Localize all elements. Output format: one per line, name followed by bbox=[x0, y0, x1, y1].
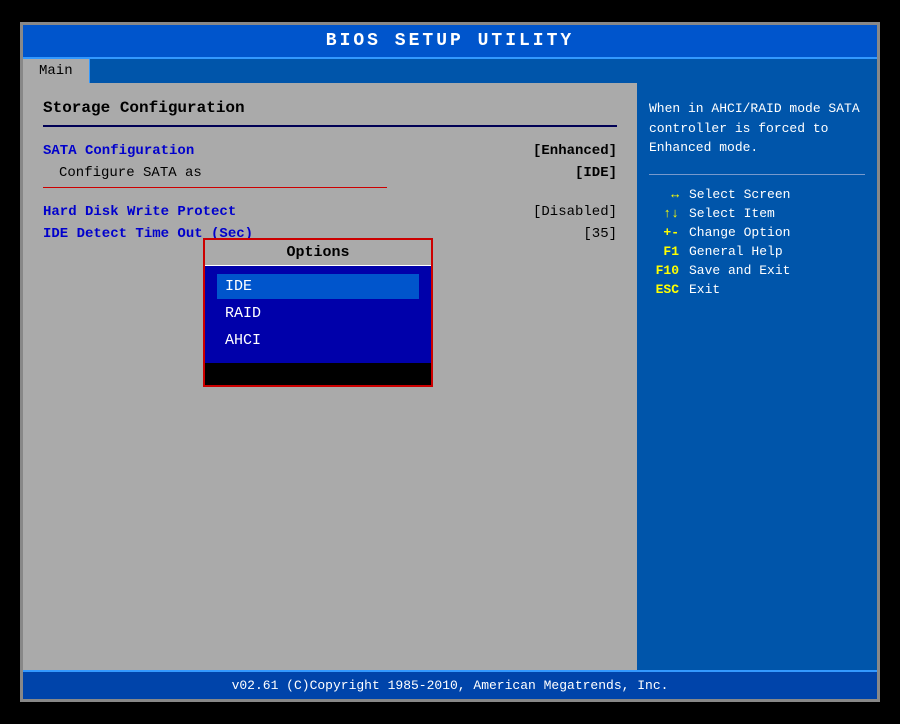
key-row-f1: F1 General Help bbox=[649, 244, 865, 259]
tab-main[interactable]: Main bbox=[23, 59, 90, 83]
left-panel: Storage Configuration SATA Configuration… bbox=[23, 83, 637, 670]
help-text: When in AHCI/RAID mode SATA controller i… bbox=[649, 99, 865, 158]
key-row-select-screen: ↔ Select Screen bbox=[649, 187, 865, 202]
title-text: BIOS SETUP UTILITY bbox=[326, 31, 574, 51]
sata-config-label: SATA Configuration bbox=[43, 143, 194, 159]
options-list: IDE RAID AHCI bbox=[205, 266, 431, 363]
option-ahci[interactable]: AHCI bbox=[217, 328, 419, 353]
divider-vertical bbox=[649, 174, 865, 175]
sata-config-row: SATA Configuration [Enhanced] bbox=[43, 143, 617, 159]
divider1 bbox=[43, 125, 617, 127]
option-raid[interactable]: RAID bbox=[217, 301, 419, 326]
options-title: Options bbox=[205, 240, 431, 266]
key-row-esc: ESC Exit bbox=[649, 282, 865, 297]
tab-row: Main bbox=[23, 59, 877, 83]
main-area: Storage Configuration SATA Configuration… bbox=[23, 83, 877, 670]
sata-config-value: [Enhanced] bbox=[533, 143, 617, 159]
options-footer bbox=[205, 363, 431, 385]
key-help: ↔ Select Screen ↑↓ Select Item +- Change… bbox=[649, 187, 865, 297]
option-ide[interactable]: IDE bbox=[217, 274, 419, 299]
key-row-f10: F10 Save and Exit bbox=[649, 263, 865, 278]
hd-write-protect-value: [Disabled] bbox=[533, 204, 617, 220]
footer: v02.61 (C)Copyright 1985-2010, American … bbox=[23, 670, 877, 699]
key-desc-exit: Exit bbox=[689, 282, 720, 297]
key-desc-change-option: Change Option bbox=[689, 225, 790, 240]
key-desc-save-exit: Save and Exit bbox=[689, 263, 790, 278]
footer-text: v02.61 (C)Copyright 1985-2010, American … bbox=[232, 678, 669, 693]
configure-sata-value: [IDE] bbox=[575, 165, 617, 181]
divider2 bbox=[43, 187, 387, 188]
configure-sata-label: Configure SATA as bbox=[43, 165, 202, 181]
key-sym-esc: ESC bbox=[649, 282, 679, 297]
key-desc-select-item: Select Item bbox=[689, 206, 775, 221]
key-sym-plusminus: +- bbox=[649, 225, 679, 240]
hd-write-protect-row: Hard Disk Write Protect [Disabled] bbox=[43, 204, 617, 220]
section-title: Storage Configuration bbox=[43, 99, 617, 117]
configure-sata-row: Configure SATA as [IDE] bbox=[43, 165, 617, 181]
key-desc-general-help: General Help bbox=[689, 244, 783, 259]
bios-screen: BIOS SETUP UTILITY Main Storage Configur… bbox=[20, 22, 880, 702]
key-desc-select-screen: Select Screen bbox=[689, 187, 790, 202]
key-sym-arrows: ↔ bbox=[649, 187, 679, 202]
key-sym-f10: F10 bbox=[649, 263, 679, 278]
title-bar: BIOS SETUP UTILITY bbox=[23, 25, 877, 59]
options-popup: Options IDE RAID AHCI bbox=[203, 238, 433, 387]
ide-detect-value: [35] bbox=[583, 226, 617, 242]
key-sym-updown: ↑↓ bbox=[649, 206, 679, 221]
right-panel: When in AHCI/RAID mode SATA controller i… bbox=[637, 83, 877, 670]
key-row-select-item: ↑↓ Select Item bbox=[649, 206, 865, 221]
key-sym-f1: F1 bbox=[649, 244, 679, 259]
key-row-change-option: +- Change Option bbox=[649, 225, 865, 240]
hd-write-protect-label: Hard Disk Write Protect bbox=[43, 204, 236, 220]
